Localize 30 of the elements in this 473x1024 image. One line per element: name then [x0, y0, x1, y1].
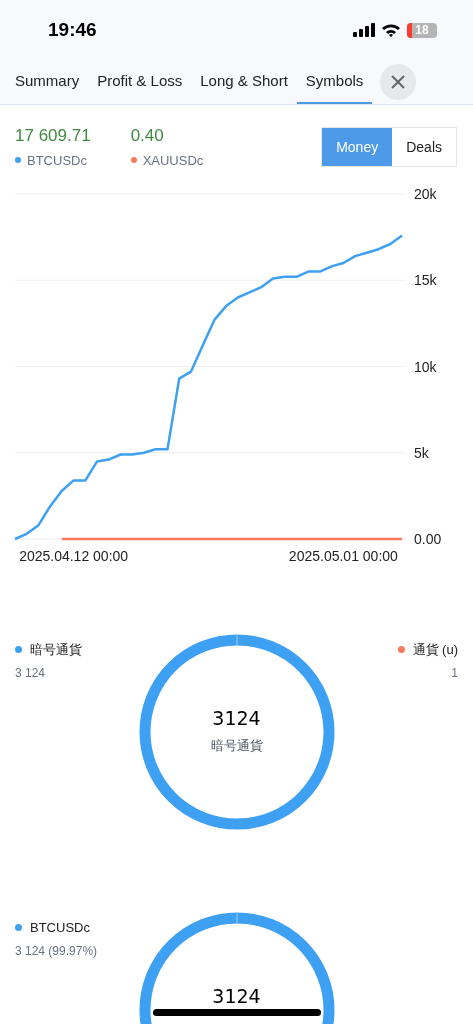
axis-label: 5k — [414, 444, 429, 461]
symbol-label: XAUUSDc — [142, 151, 204, 170]
legend-value: 3 124 — [15, 664, 46, 682]
legend-label: 通貨 (u) — [412, 641, 458, 659]
axis-label: 0.00 — [414, 531, 442, 547]
legend-value: 1 — [451, 664, 458, 682]
tab[interactable]: Profit & Loss — [88, 60, 192, 104]
summary-value: 17 609.71 — [15, 125, 91, 147]
axis-label: 2025.05.01 00:00 — [288, 548, 398, 564]
battery-icon: 18 — [407, 22, 437, 38]
tab[interactable]: Long & Short — [191, 60, 297, 104]
center-label: 暗号通貨 — [210, 736, 263, 755]
status-time: 19:46 — [48, 17, 97, 42]
tab[interactable]: Summary — [6, 60, 89, 104]
signal-icon — [353, 23, 375, 37]
symbol-label: BTCUSDc — [27, 151, 87, 170]
center-value: 3124 — [212, 986, 261, 1006]
tab[interactable]: Symbols — [296, 60, 373, 104]
legend-label: 暗号通貨 — [30, 641, 82, 659]
close-button[interactable] — [380, 64, 417, 100]
center-value: 3124 — [212, 708, 261, 728]
wifi-icon — [381, 23, 401, 37]
legend-label: BTCUSDc — [30, 919, 90, 937]
axis-label: 2025.04.12 00:00 — [19, 548, 129, 564]
axis-label: 15k — [414, 272, 437, 289]
summary-value: 0.40 — [130, 125, 165, 147]
axis-label: 10k — [414, 358, 437, 375]
axis-label: 20k — [414, 186, 437, 202]
legend-value: 3 124 (99.97%) — [15, 942, 98, 960]
close-icon — [390, 74, 407, 90]
